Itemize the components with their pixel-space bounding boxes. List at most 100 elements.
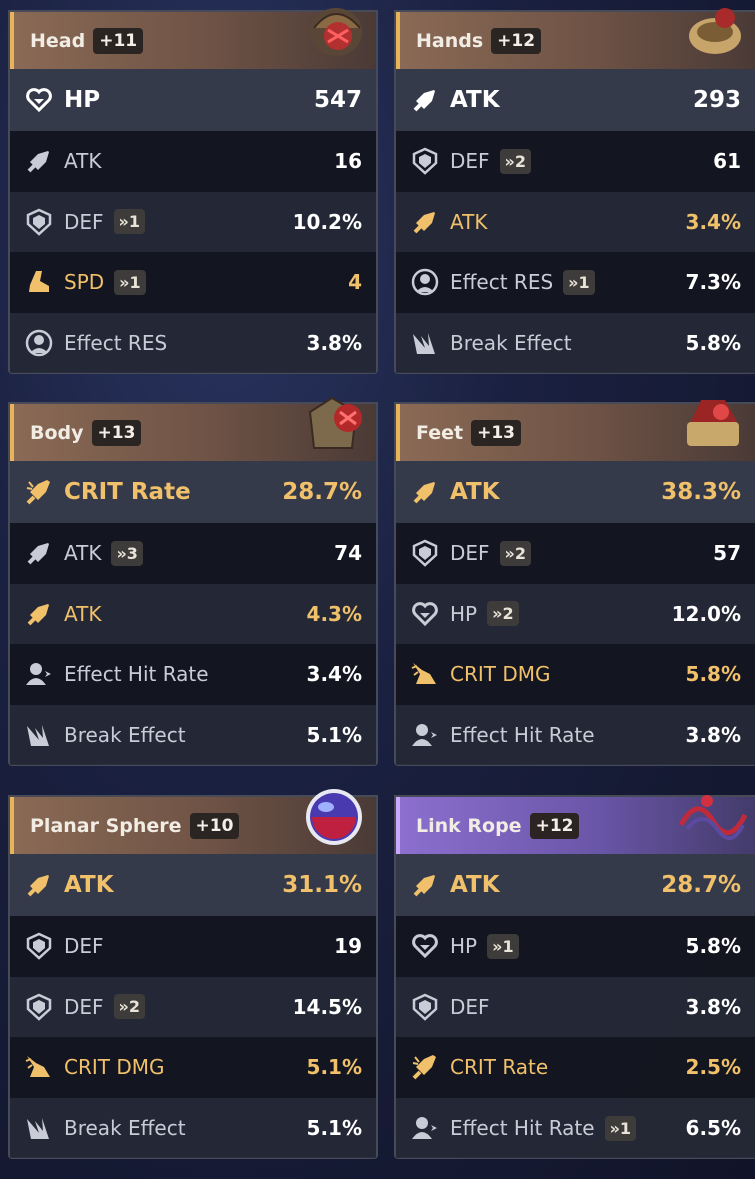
substat-value: 6.5% — [685, 1116, 741, 1141]
substat-name: Effect Hit Rate — [450, 1116, 595, 1141]
relic-card-link-rope[interactable]: Link Rope +12 ATK 28.7% HP »1 5.8% DEF 3.8% CRIT … — [394, 795, 755, 1159]
relic-header: Planar Sphere +10 — [10, 789, 376, 854]
relic-level-badge: +12 — [529, 812, 580, 839]
shield-icon — [410, 538, 440, 568]
relic-card-feet[interactable]: Feet +13 ATK 38.3% DEF »2 57 HP »2 12.0% CRIT DMG 5… — [394, 400, 755, 766]
substat-row: Effect Hit Rate »1 6.5% — [396, 1097, 755, 1159]
substat-name: HP — [450, 934, 478, 959]
relic-helmet-image — [298, 0, 368, 64]
sword-icon — [24, 870, 54, 900]
roll-count-badge: »1 — [563, 269, 595, 295]
crit-rate-icon — [24, 477, 54, 507]
sword-icon — [410, 85, 440, 115]
substat-name: DEF — [450, 541, 490, 566]
substat-value: 12.0% — [671, 601, 741, 626]
sword-icon — [24, 599, 54, 629]
sword-icon — [410, 207, 440, 237]
main-stat-value: 547 — [313, 87, 362, 113]
substat-name: Effect Hit Rate — [64, 662, 209, 687]
relic-card-planar-sphere[interactable]: Planar Sphere +10 ATK 31.1% DEF 19 DEF »2 14.5% C… — [8, 789, 378, 1159]
relic-card-hands[interactable]: Hands +12 ATK 293 DEF »2 61 ATK 3.4% Effect RES »1… — [394, 8, 755, 374]
substat-name: DEF — [64, 994, 104, 1019]
relic-header: Head +11 — [10, 8, 376, 69]
substat-row: ATK 4.3% — [10, 583, 376, 645]
substat-name: Effect RES — [64, 331, 168, 356]
relic-header: Feet +13 — [396, 400, 755, 461]
substat-name: ATK — [64, 601, 102, 626]
substat-name: SPD — [64, 270, 105, 295]
roll-count-badge: »2 — [487, 601, 519, 627]
substat-value: 5.1% — [306, 1055, 362, 1080]
resist-icon — [410, 267, 440, 297]
break-icon — [24, 1113, 54, 1143]
roll-count-badge: »2 — [499, 540, 532, 566]
substat-row: HP »1 5.8% — [396, 916, 755, 977]
main-stat-name: ATK — [450, 872, 500, 898]
crit-dmg-icon — [24, 1052, 54, 1082]
relic-header: Hands +12 — [396, 8, 755, 69]
substat-value: 19 — [334, 934, 362, 959]
relic-slot-name: Hands — [416, 29, 484, 52]
substat-value: 74 — [334, 541, 362, 566]
substat-name: Break Effect — [450, 331, 572, 356]
main-stat-value: 38.3% — [661, 479, 741, 505]
substat-value: 5.8% — [685, 662, 741, 687]
crit-dmg-icon — [410, 659, 440, 689]
substat-row: CRIT DMG 5.1% — [10, 1037, 376, 1098]
relic-level-badge: +13 — [91, 419, 142, 446]
substat-row: SPD »1 4 — [10, 252, 376, 313]
boot-icon — [24, 267, 54, 297]
sword-icon — [24, 146, 54, 176]
substat-value: 5.8% — [685, 331, 741, 356]
substat-name: DEF — [450, 994, 490, 1019]
main-stat-row: HP 547 — [10, 69, 376, 131]
relic-level-badge: +12 — [491, 27, 542, 54]
roll-count-badge: »1 — [604, 1115, 637, 1141]
substat-name: CRIT DMG — [450, 662, 551, 687]
relic-slot-name: Planar Sphere — [30, 814, 182, 837]
relic-boots-image — [677, 392, 747, 456]
substat-name: DEF — [64, 934, 104, 959]
substat-value: 4 — [348, 270, 362, 295]
relic-slot-name: Feet — [416, 421, 464, 444]
substat-value: 3.8% — [685, 994, 741, 1019]
main-stat-row: CRIT Rate 28.7% — [10, 461, 376, 523]
substat-value: 3.4% — [306, 662, 362, 687]
main-stat-row: ATK 28.7% — [396, 854, 755, 916]
main-stat-value: 293 — [692, 87, 741, 113]
substat-row: ATK 16 — [10, 131, 376, 192]
relic-level-badge: +10 — [189, 812, 240, 839]
substat-row: DEF »2 57 — [396, 523, 755, 584]
main-stat-row: ATK 293 — [396, 69, 755, 131]
main-stat-name: ATK — [450, 479, 500, 505]
main-stat-name: HP — [64, 87, 101, 113]
substat-value: 16 — [334, 149, 362, 174]
shield-icon — [410, 992, 440, 1022]
hit-rate-icon — [24, 659, 54, 689]
relic-slot-name: Link Rope — [416, 814, 522, 837]
substat-value: 4.3% — [306, 601, 362, 626]
roll-count-badge: »1 — [487, 933, 519, 959]
substat-name: DEF — [64, 209, 104, 234]
substat-value: 5.1% — [306, 723, 362, 748]
substat-value: 3.8% — [685, 723, 741, 748]
substat-value: 3.8% — [306, 331, 362, 356]
hit-rate-icon — [410, 1113, 440, 1143]
relic-slot-name: Head — [30, 29, 86, 52]
substat-row: Effect Hit Rate 3.4% — [10, 644, 376, 705]
relic-header: Body +13 — [10, 396, 376, 461]
roll-count-badge: »1 — [113, 209, 146, 235]
roll-count-badge: »2 — [113, 994, 146, 1020]
relic-armor-image — [298, 392, 368, 456]
substat-row: DEF »2 14.5% — [10, 976, 376, 1038]
break-icon — [24, 720, 54, 750]
substat-row: ATK »3 74 — [10, 523, 376, 584]
substat-value: 7.3% — [685, 270, 741, 295]
roll-count-badge: »1 — [114, 269, 146, 295]
relic-card-body[interactable]: Body +13 CRIT Rate 28.7% ATK »3 74 ATK 4.3% Effec… — [8, 396, 378, 766]
substat-name: Break Effect — [64, 1116, 186, 1141]
relic-level-badge: +13 — [471, 419, 521, 446]
relic-card-head[interactable]: Head +11 HP 547 ATK 16 DEF »1 10.2% SPD »1 4 Effect … — [8, 8, 378, 374]
substat-name: HP — [450, 601, 478, 626]
sword-icon — [24, 538, 54, 568]
